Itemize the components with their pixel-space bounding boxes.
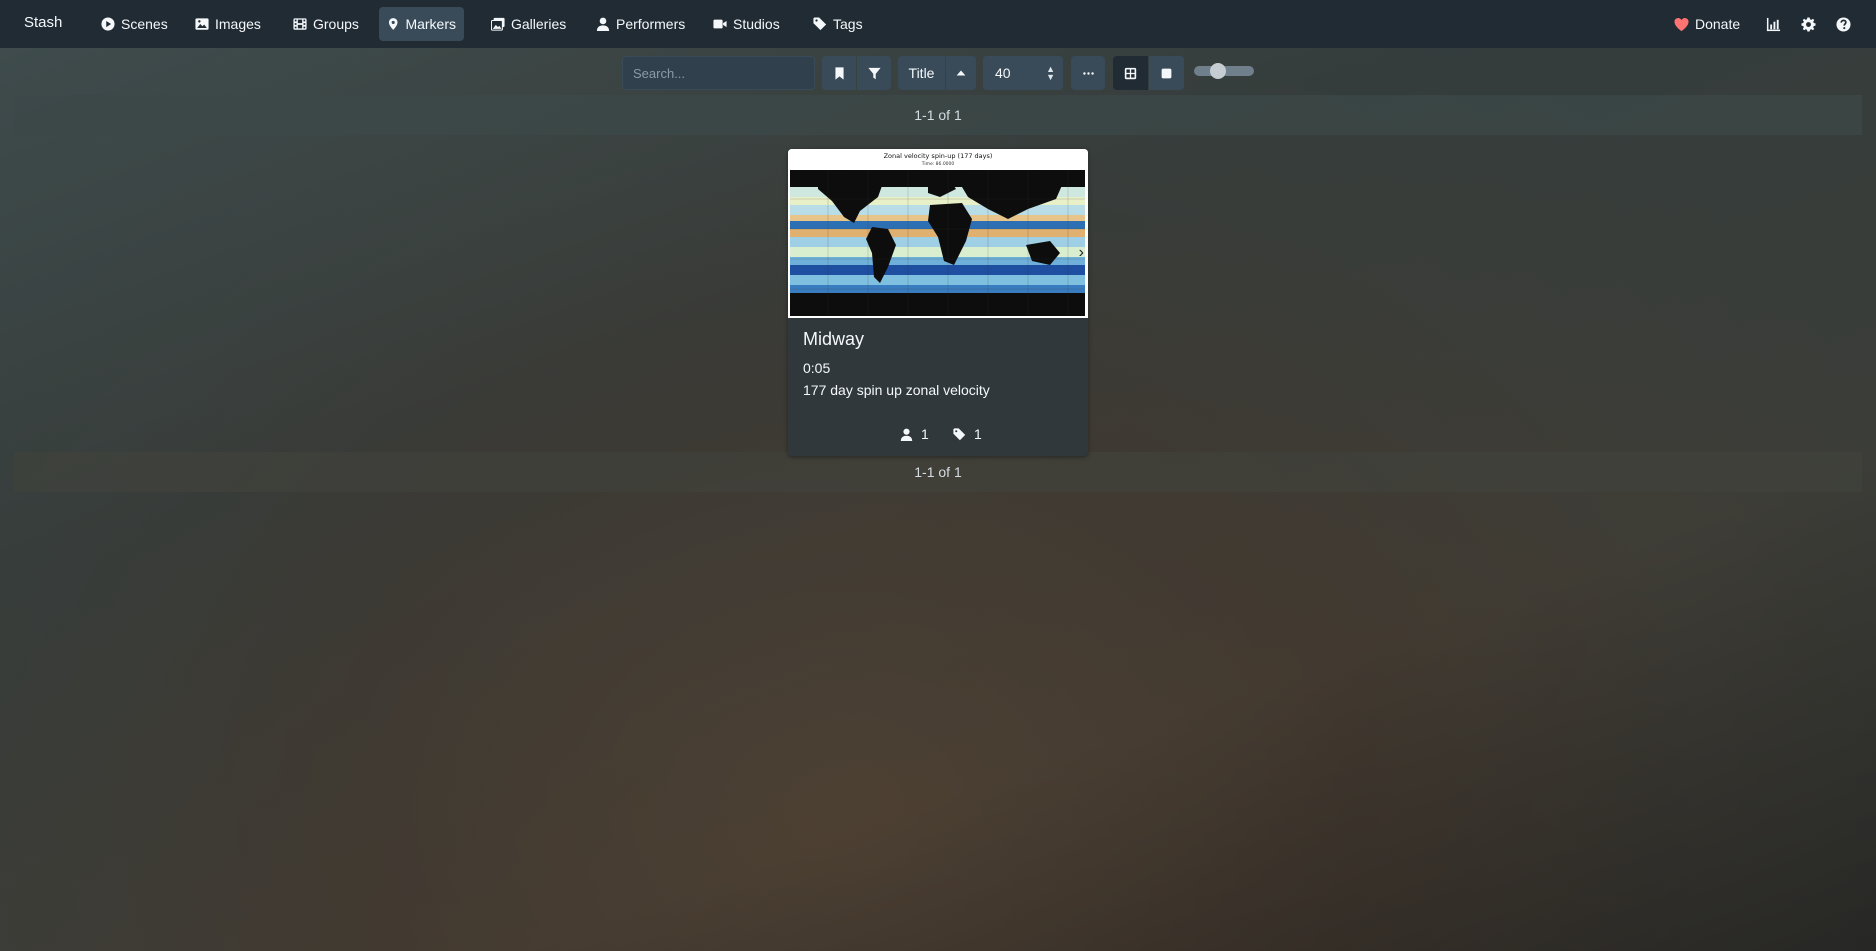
wall-view-button[interactable] [1149, 56, 1184, 90]
filter-button[interactable] [857, 56, 891, 90]
marker-thumbnail[interactable]: Zonal velocity spin-up (177 days) Time: … [788, 149, 1088, 318]
per-page-value: 40 [995, 65, 1011, 81]
ellipsis-icon [1082, 71, 1094, 75]
chevron-right-icon[interactable]: › [1079, 244, 1084, 262]
performer-count: 1 [921, 426, 929, 442]
sort-by-label: Title [908, 65, 935, 81]
nav-label: Groups [313, 16, 359, 32]
square-icon [1161, 68, 1172, 78]
help-button[interactable] [1830, 7, 1857, 41]
images-icon [491, 17, 505, 31]
thumbnail-subtitle: Time: 86.0000 [921, 161, 955, 167]
donate-button[interactable]: Donate [1668, 7, 1746, 41]
nav-label: Galleries [511, 16, 567, 32]
saved-filters-button[interactable] [822, 56, 856, 90]
user-icon [596, 17, 610, 31]
nav-label: Performers [616, 16, 686, 32]
filter-icon [867, 67, 881, 79]
performer-count-button[interactable]: 1 [900, 422, 929, 446]
nav-label: Scenes [121, 16, 168, 32]
select-arrows-icon: ▲ ▼ [1046, 64, 1055, 82]
stats-chart-icon [1766, 17, 1781, 31]
pagination-count: 1-1 of 1 [914, 107, 962, 123]
nav-studios[interactable]: Studios [705, 7, 788, 41]
thumbnail-map-image: Zonal velocity spin-up (177 days) Time: … [788, 149, 1088, 318]
tag-count-button[interactable]: 1 [953, 422, 982, 446]
help-icon [1836, 16, 1851, 32]
marker-card: Zonal velocity spin-up (177 days) Time: … [788, 149, 1088, 456]
tag-icon [953, 427, 966, 440]
sort-by-button[interactable]: Title [898, 56, 945, 90]
donate-label: Donate [1695, 16, 1741, 32]
image-icon [195, 18, 209, 30]
top-navbar: Stash Scenes Images Groups Markers Galle… [0, 0, 1876, 48]
film-icon [293, 18, 307, 30]
map-marker-icon [388, 18, 398, 30]
nav-scenes[interactable]: Scenes [93, 7, 176, 41]
nav-label: Tags [833, 16, 863, 32]
settings-button[interactable] [1795, 7, 1822, 41]
nav-label: Studios [733, 16, 780, 32]
gear-icon [1801, 16, 1816, 32]
pagination-count: 1-1 of 1 [914, 464, 962, 480]
card-body: Midway 0:05 177 day spin up zonal veloci… [803, 325, 1073, 398]
bookmark-icon [834, 66, 844, 80]
nav-galleries[interactable]: Galleries [483, 7, 574, 41]
search-input[interactable] [622, 56, 815, 90]
zoom-slider-thumb[interactable] [1210, 63, 1226, 79]
user-icon [900, 428, 913, 441]
thumbnail-title: Zonal velocity spin-up (177 days) [884, 152, 993, 160]
nav-groups[interactable]: Groups [285, 7, 367, 41]
pagination-bottom: 1-1 of 1 [14, 452, 1862, 492]
tag-icon [813, 17, 827, 31]
nav-performers[interactable]: Performers [588, 7, 693, 41]
pagination-top: 1-1 of 1 [14, 95, 1862, 135]
stats-button[interactable] [1760, 7, 1787, 41]
heart-icon [1674, 17, 1689, 31]
caret-up-icon [956, 70, 966, 76]
grid-icon [1124, 67, 1137, 79]
marker-title[interactable]: Midway [803, 329, 1073, 350]
sort-direction-button[interactable] [946, 56, 976, 90]
zoom-slider[interactable] [1194, 63, 1254, 79]
marker-time: 0:05 [803, 360, 831, 376]
nav-label: Markers [405, 16, 456, 32]
brand-link[interactable]: Stash [24, 14, 62, 31]
play-circle-icon [101, 17, 115, 31]
marker-description: 177 day spin up zonal velocity [803, 382, 990, 398]
grid-view-button[interactable] [1113, 56, 1148, 90]
video-icon [713, 19, 727, 29]
per-page-select[interactable]: 40 ▲ ▼ [983, 56, 1063, 90]
nav-markers[interactable]: Markers [379, 7, 464, 41]
tag-count: 1 [974, 426, 982, 442]
nav-label: Images [215, 16, 261, 32]
nav-images[interactable]: Images [187, 7, 269, 41]
nav-tags[interactable]: Tags [805, 7, 871, 41]
more-options-button[interactable] [1071, 56, 1105, 90]
